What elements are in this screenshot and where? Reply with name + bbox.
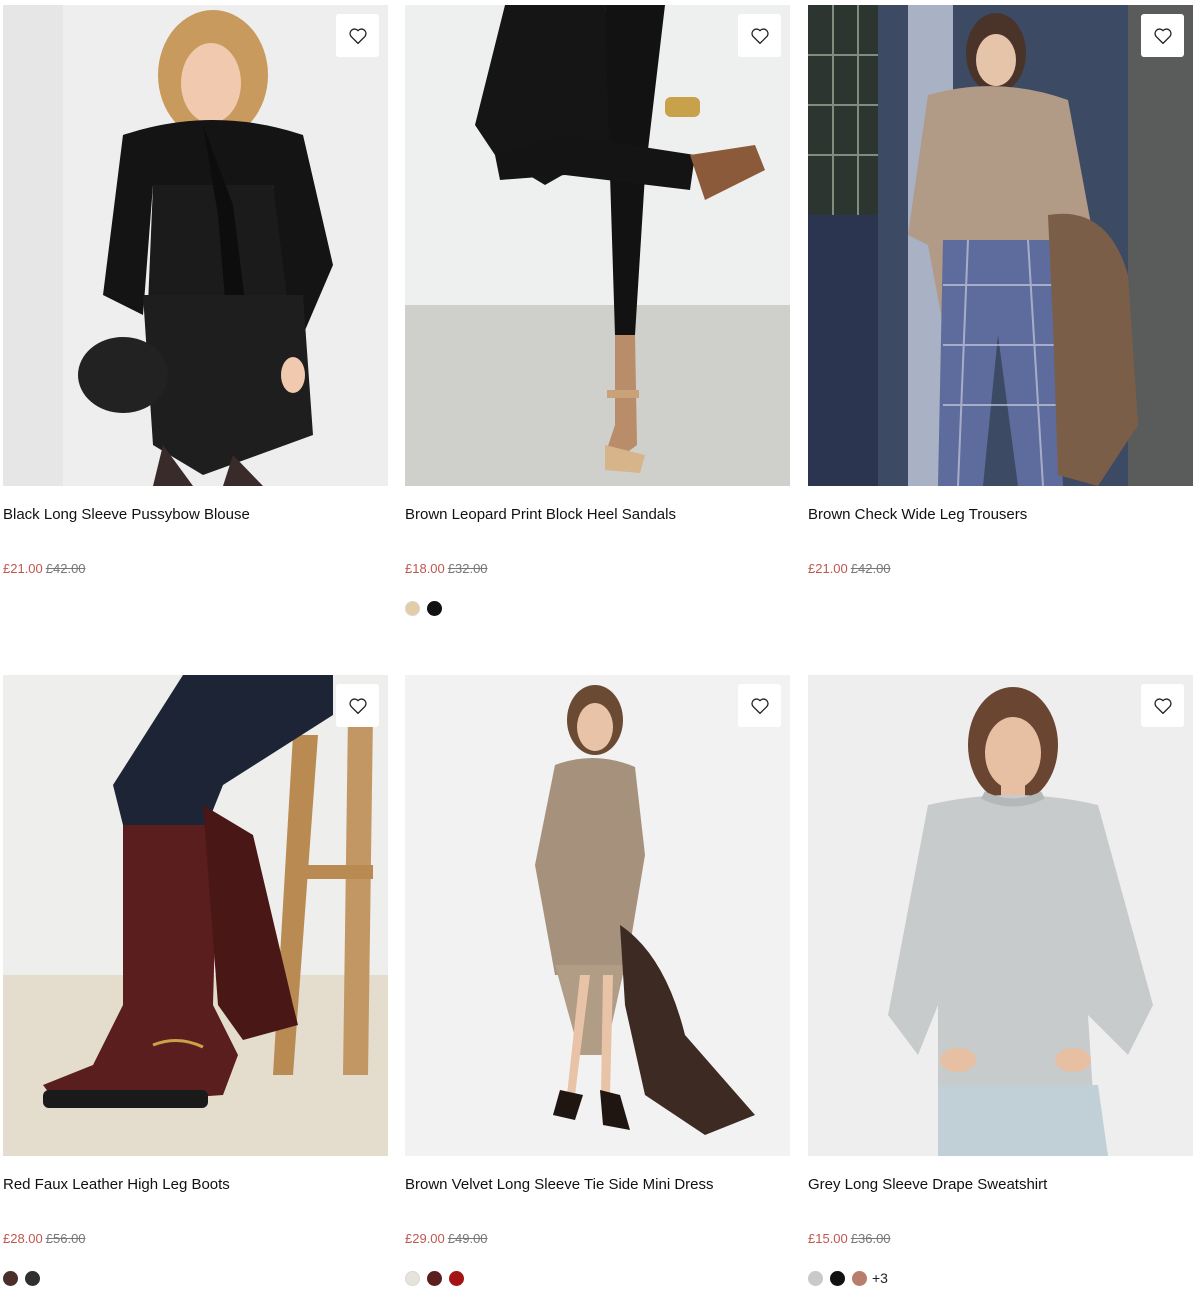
colour-swatch[interactable]: [830, 1270, 845, 1286]
product-card[interactable]: Black Long Sleeve Pussybow Blouse £21.00…: [3, 5, 388, 576]
sale-price: £29.00: [405, 1231, 445, 1246]
was-price: £49.00: [447, 1231, 488, 1246]
sale-price: £21.00: [808, 561, 848, 576]
colour-swatches: [3, 1270, 47, 1286]
product-card[interactable]: Brown Check Wide Leg Trousers £21.00 £42.…: [808, 5, 1193, 576]
product-card[interactable]: Brown Velvet Long Sleeve Tie Side Mini D…: [405, 675, 790, 1286]
colour-swatch[interactable]: [25, 1270, 40, 1286]
colour-swatches: +3: [808, 1270, 888, 1286]
colour-swatch[interactable]: [449, 1270, 464, 1286]
colour-swatch[interactable]: [3, 1270, 18, 1286]
colour-swatches: [405, 600, 449, 616]
was-price: £42.00: [45, 561, 86, 576]
colour-swatch[interactable]: [808, 1270, 823, 1286]
was-price: £56.00: [45, 1231, 86, 1246]
colour-swatch[interactable]: [405, 1270, 420, 1286]
product-title[interactable]: Red Faux Leather High Leg Boots: [3, 1175, 230, 1195]
heart-icon: [1153, 697, 1172, 714]
heart-icon: [1153, 27, 1172, 44]
product-title[interactable]: Brown Check Wide Leg Trousers: [808, 505, 1027, 525]
heart-icon: [348, 697, 367, 714]
wishlist-button[interactable]: [738, 14, 781, 57]
sale-price: £18.00: [405, 561, 445, 576]
colour-swatches: [405, 1270, 471, 1286]
product-title[interactable]: Grey Long Sleeve Drape Sweatshirt: [808, 1175, 1047, 1195]
heart-icon: [750, 27, 769, 44]
colour-swatch[interactable]: [405, 600, 420, 616]
wishlist-button[interactable]: [336, 14, 379, 57]
product-price: £28.00 £56.00: [3, 1231, 86, 1247]
product-image[interactable]: [3, 675, 388, 1156]
product-price: £15.00 £36.00: [808, 1231, 891, 1247]
product-card[interactable]: Brown Leopard Print Block Heel Sandals £…: [405, 5, 790, 616]
colour-swatch[interactable]: [427, 1270, 442, 1286]
was-price: £42.00: [850, 561, 891, 576]
sale-price: £28.00: [3, 1231, 43, 1246]
was-price: £36.00: [850, 1231, 891, 1246]
product-image[interactable]: [3, 5, 388, 486]
product-title[interactable]: Brown Leopard Print Block Heel Sandals: [405, 505, 676, 525]
product-image[interactable]: [405, 675, 790, 1156]
product-price: £21.00 £42.00: [808, 561, 891, 577]
product-title[interactable]: Brown Velvet Long Sleeve Tie Side Mini D…: [405, 1175, 714, 1195]
product-title[interactable]: Black Long Sleeve Pussybow Blouse: [3, 505, 250, 525]
product-price: £21.00 £42.00: [3, 561, 86, 577]
heart-icon: [750, 697, 769, 714]
colour-swatch[interactable]: [852, 1270, 867, 1286]
product-image[interactable]: [808, 675, 1193, 1156]
sale-price: £21.00: [3, 561, 43, 576]
wishlist-button[interactable]: [1141, 14, 1184, 57]
sale-price: £15.00: [808, 1231, 848, 1246]
product-price: £29.00 £49.00: [405, 1231, 488, 1247]
colour-swatch[interactable]: [427, 600, 442, 616]
product-price: £18.00 £32.00: [405, 561, 488, 577]
product-card[interactable]: Red Faux Leather High Leg Boots £28.00 £5…: [3, 675, 388, 1286]
heart-icon: [348, 27, 367, 44]
product-card[interactable]: Grey Long Sleeve Drape Sweatshirt £15.00…: [808, 675, 1193, 1286]
wishlist-button[interactable]: [336, 684, 379, 727]
product-image[interactable]: [808, 5, 1193, 486]
product-image[interactable]: [405, 5, 790, 486]
wishlist-button[interactable]: [738, 684, 781, 727]
was-price: £32.00: [447, 561, 488, 576]
more-colours-count[interactable]: +3: [872, 1270, 888, 1286]
product-grid: Black Long Sleeve Pussybow Blouse £21.00…: [0, 0, 1200, 1292]
wishlist-button[interactable]: [1141, 684, 1184, 727]
